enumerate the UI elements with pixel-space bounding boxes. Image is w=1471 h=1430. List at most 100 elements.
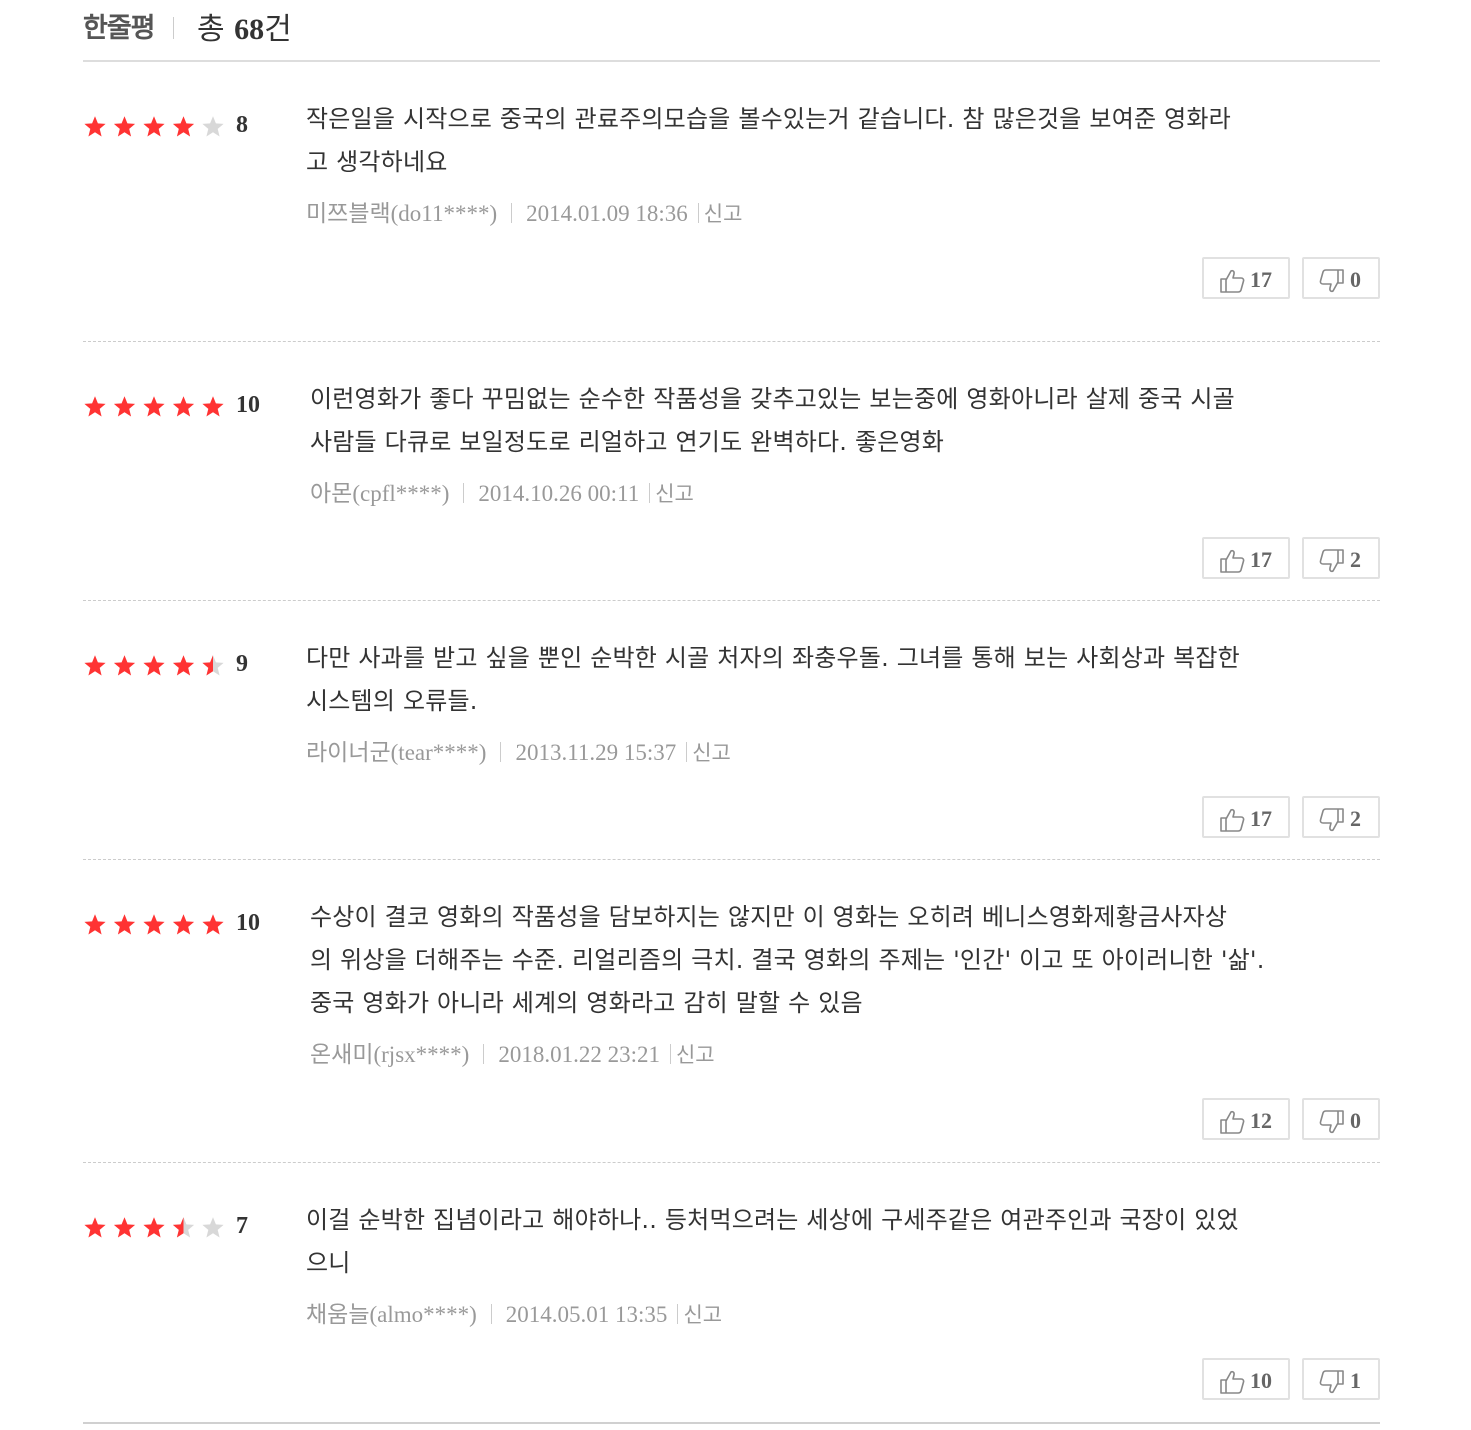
star-icon [84, 914, 106, 935]
dislike-button[interactable]: 2 [1302, 537, 1380, 579]
like-button[interactable]: 17 [1202, 537, 1290, 579]
like-count: 17 [1250, 547, 1272, 572]
review-section: 한줄평 총 68건 8 작은일을 시작으로 중국의 관료주의모습을 볼수있는거 같… [83, 0, 1380, 1424]
review-text-line: 으니 [306, 1249, 351, 1277]
report-link[interactable]: 신고 [692, 741, 731, 765]
star-rating [84, 116, 224, 137]
thumbs-down-icon [1319, 808, 1344, 832]
review-item: 7 이걸 순박한 집념이라고 해야하나.. 등처먹으려는 세상에 구세주같은 여관… [83, 1163, 1380, 1424]
star-icon [113, 1217, 136, 1238]
star-rating [84, 914, 224, 935]
author-id: (do11****) [390, 201, 498, 226]
star-icon [84, 396, 106, 417]
like-count: 17 [1250, 806, 1272, 831]
star-icon [202, 914, 224, 935]
like-button[interactable]: 10 [1202, 1358, 1290, 1400]
dislike-count: 2 [1350, 547, 1361, 572]
rating-stars [83, 1215, 228, 1243]
star-icon [172, 914, 195, 935]
rating-score: 10 [236, 392, 260, 418]
review-text-line: 고 생각하네요 [306, 148, 448, 176]
author-nickname: 아몬 [310, 481, 353, 507]
thumbs-up-icon [1220, 808, 1245, 832]
vote-buttons: 17 0 [1202, 257, 1380, 301]
thumbs-up-icon [1220, 269, 1245, 293]
meta-divider [686, 742, 688, 762]
star-icon [202, 396, 224, 417]
like-button[interactable]: 12 [1202, 1098, 1290, 1140]
review-date: 2014.10.26 00:11 [478, 481, 640, 506]
author-id: (tear****) [390, 740, 487, 765]
dislike-button[interactable]: 2 [1302, 796, 1380, 838]
rating-stars [83, 394, 228, 422]
thumbs-down-icon [1319, 1110, 1344, 1134]
review-text: 이런영화가 좋다 꾸밈없는 순수한 작품성을 갖추고있는 보는중에 영화아니라 … [310, 378, 1350, 464]
review-text-line: 중국 영화가 아니라 세계의 영화라고 감히 말할 수 있음 [310, 989, 863, 1017]
total-count-number: 68 [234, 13, 265, 46]
dislike-button[interactable]: 1 [1302, 1358, 1380, 1400]
dislike-button[interactable]: 0 [1302, 1098, 1380, 1140]
report-link[interactable]: 신고 [655, 482, 694, 506]
review-text-line: 작은일을 시작으로 중국의 관료주의모습을 볼수있는거 같습니다. 참 많은것을… [306, 105, 1231, 133]
author-nickname: 온새미 [310, 1042, 374, 1068]
star-rating [84, 396, 224, 417]
star-icon [202, 1217, 224, 1238]
star-icon [84, 655, 106, 676]
vote-buttons: 17 2 [1202, 537, 1380, 581]
total-suffix: 건 [264, 12, 292, 47]
report-link[interactable]: 신고 [676, 1043, 715, 1067]
section-title: 한줄평 [83, 13, 156, 44]
dislike-count: 0 [1350, 1108, 1361, 1133]
vote-buttons: 12 0 [1202, 1098, 1380, 1142]
star-rating [84, 1217, 224, 1238]
total-prefix: 총 [197, 12, 235, 47]
author-nickname: 채움늘 [306, 1302, 370, 1328]
rating-score: 7 [236, 1213, 248, 1239]
review-text-line: 수상이 결코 영화의 작품성을 담보하지는 않지만 이 영화는 오히려 베니스영… [310, 903, 1228, 931]
star-icon [202, 655, 224, 676]
thumbs-up-icon [1220, 549, 1245, 573]
like-count: 10 [1250, 1368, 1272, 1393]
star-icon [84, 1217, 106, 1238]
meta-divider [500, 742, 502, 762]
rating-stars [83, 114, 228, 142]
vote-buttons: 10 1 [1202, 1358, 1380, 1402]
author-nickname: 미쯔블랙 [306, 201, 391, 227]
author-id: (almo****) [369, 1302, 477, 1327]
review-item: 10 수상이 결코 영화의 작품성을 담보하지는 않지만 이 영화는 오히려 베니… [83, 860, 1380, 1163]
review-date: 2018.01.22 23:21 [498, 1042, 660, 1067]
dislike-button[interactable]: 0 [1302, 257, 1380, 299]
review-text-line: 사람들 다큐로 보일정도로 리얼하고 연기도 완벽하다. 좋은영화 [310, 428, 945, 456]
review-text-line: 시스템의 오류들. [306, 687, 478, 715]
rating-stars [83, 912, 228, 940]
dislike-count: 1 [1350, 1368, 1361, 1393]
star-rating [84, 655, 224, 676]
like-button[interactable]: 17 [1202, 257, 1290, 299]
star-icon [172, 1217, 195, 1238]
meta-divider [677, 1304, 679, 1324]
review-date: 2014.01.09 18:36 [526, 201, 688, 226]
review-meta: 미쯔블랙(do11****) 2014.01.09 18:36 신고 [306, 194, 742, 228]
author-id: (cpfl****) [352, 481, 450, 506]
star-icon [202, 116, 224, 137]
report-link[interactable]: 신고 [704, 202, 743, 226]
star-icon [172, 396, 195, 417]
thumbs-down-icon [1319, 1370, 1344, 1394]
thumbs-down-icon [1319, 549, 1344, 573]
star-icon [113, 396, 136, 417]
review-date: 2013.11.29 15:37 [515, 740, 677, 765]
review-text-line: 이걸 순박한 집념이라고 해야하나.. 등처먹으려는 세상에 구세주같은 여관주… [306, 1206, 1239, 1234]
star-icon [143, 1217, 165, 1238]
like-count: 12 [1250, 1108, 1272, 1133]
review-item: 8 작은일을 시작으로 중국의 관료주의모습을 볼수있는거 같습니다. 참 많은것… [83, 62, 1380, 342]
vote-buttons: 17 2 [1202, 796, 1380, 840]
star-icon [143, 914, 165, 935]
like-button[interactable]: 17 [1202, 796, 1290, 838]
author-nickname: 라이너군 [306, 740, 391, 766]
report-link[interactable]: 신고 [683, 1303, 722, 1327]
dislike-count: 2 [1350, 806, 1361, 831]
review-meta: 아몬(cpfl****) 2014.10.26 00:11 신고 [310, 474, 694, 508]
rating-stars [83, 653, 228, 681]
like-count: 17 [1250, 267, 1272, 292]
review-header: 한줄평 총 68건 [83, 0, 1380, 62]
